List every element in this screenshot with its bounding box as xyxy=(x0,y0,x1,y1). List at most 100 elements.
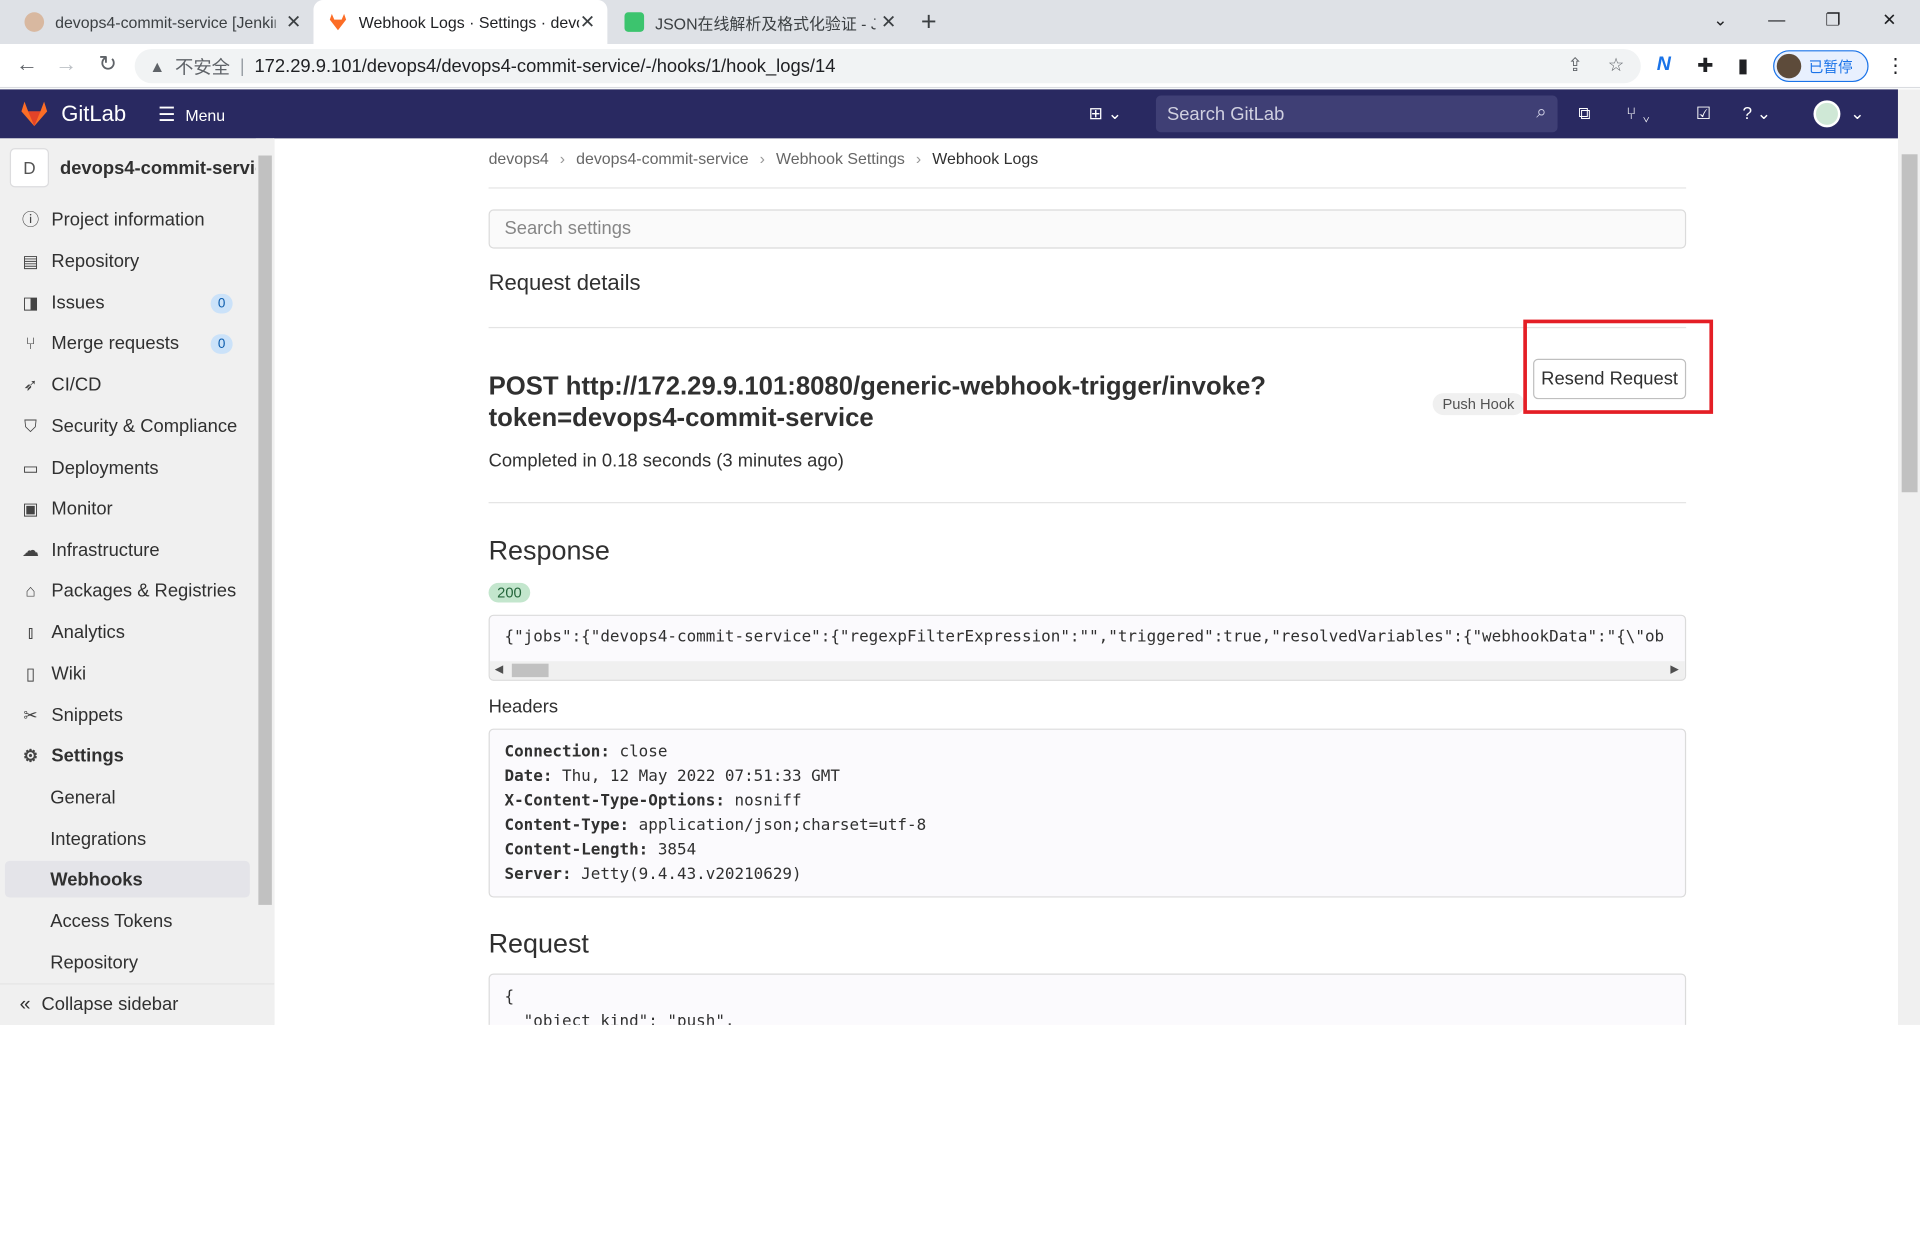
close-tab-icon[interactable]: ✕ xyxy=(881,11,896,33)
restore-icon[interactable]: ❐ xyxy=(1805,0,1861,39)
response-body-box[interactable]: {"jobs":{"devops4-commit-service":{"rege… xyxy=(488,614,1687,681)
sidebar-item-infrastructure[interactable]: ☁ Infrastructure xyxy=(5,531,250,568)
request-body-line: { xyxy=(504,988,515,1007)
browser-tab-json[interactable]: JSON在线解析及格式化验证 - JSON ✕ xyxy=(610,0,909,44)
json-favicon-icon xyxy=(624,12,645,32)
scroll-left-icon[interactable]: ◀ xyxy=(495,662,503,675)
browser-tab-jenkins[interactable]: devops4-commit-service [Jenkins] ✕ xyxy=(10,0,314,44)
url-text[interactable]: 172.29.9.101/devops4/devops4-commit-serv… xyxy=(254,56,835,77)
sidebar-item-label: CI/CD xyxy=(51,374,102,395)
security-label[interactable]: 不安全 xyxy=(175,53,230,79)
breadcrumb-project[interactable]: devops4-commit-service xyxy=(576,149,749,167)
avatar-chevron-icon[interactable]: ⌄ xyxy=(1850,103,1864,124)
window-close-icon[interactable]: ✕ xyxy=(1861,0,1917,39)
reload-icon[interactable]: ↻ xyxy=(93,51,122,77)
avatar xyxy=(1776,53,1802,79)
sidebar-item-ci-cd[interactable]: ➶ CI/CD xyxy=(5,366,250,403)
gitlab-logo-icon[interactable] xyxy=(20,100,49,127)
merge-requests-count-badge: 0 xyxy=(210,334,233,354)
forward-icon[interactable]: → xyxy=(51,51,80,77)
sidebar-item-label: Issues xyxy=(51,292,105,313)
sidebar-subitem-access-tokens[interactable]: Access Tokens xyxy=(5,902,250,939)
collapse-sidebar-button[interactable]: « Collapse sidebar xyxy=(0,983,275,1025)
close-tab-icon[interactable]: ✕ xyxy=(580,11,595,33)
sidebar-subitem-webhooks[interactable]: Webhooks xyxy=(4,860,250,898)
issues-nav-icon[interactable]: ⧉ xyxy=(1578,103,1590,124)
new-tab-icon[interactable]: + xyxy=(921,6,937,38)
page-scrollbar-thumb[interactable] xyxy=(1901,154,1918,493)
sidebar-item-monitor[interactable]: ▣ Monitor xyxy=(5,490,250,527)
sidebar-item-deployments[interactable]: ▭ Deployments xyxy=(5,449,250,486)
doc-icon: ▤ xyxy=(22,250,39,271)
gitlab-brand[interactable]: GitLab xyxy=(61,102,126,128)
horizontal-scrollbar[interactable]: ◀ ▶ xyxy=(489,661,1685,680)
sidebar-item-label: Deployments xyxy=(51,457,159,479)
gitlab-favicon-icon xyxy=(329,13,347,31)
sidebar-item-analytics[interactable]: ⫾ Analytics xyxy=(5,613,250,650)
profile-label: 已暂停 xyxy=(1808,58,1853,76)
request-body-line: "object_kind": "push", xyxy=(504,1012,735,1025)
breadcrumb-group[interactable]: devops4 xyxy=(489,149,549,167)
tab-search-chevron-icon[interactable]: ⌄ xyxy=(1692,0,1748,39)
search-icon: ⌕ xyxy=(1536,101,1547,123)
sidebar-subitem-integrations[interactable]: Integrations xyxy=(5,820,250,857)
sidebar-item-label: Access Tokens xyxy=(50,910,173,932)
sidebar-subitem-repository[interactable]: Repository xyxy=(5,944,250,981)
minimize-icon[interactable]: — xyxy=(1749,0,1805,39)
sidebar-item-label: Security & Compliance xyxy=(51,415,238,437)
sidebar-item-issues[interactable]: ◨ Issues 0 xyxy=(5,284,250,321)
breadcrumb-webhook-logs[interactable]: Webhook Logs xyxy=(932,149,1038,167)
help-icon[interactable]: ? ⌄ xyxy=(1742,103,1771,124)
breadcrumb: devops4 › devops4-commit-service › Webhook… xyxy=(489,149,1039,167)
merge-requests-nav-icon[interactable]: ⑂ ⌄ xyxy=(1626,103,1651,123)
divider xyxy=(488,187,1687,189)
create-new-icon[interactable]: ⊞ ⌄ xyxy=(1089,103,1123,124)
search-settings-input[interactable]: Search settings xyxy=(488,209,1687,249)
book-icon: ▯ xyxy=(25,663,36,683)
sidebar-item-label: Repository xyxy=(51,250,140,272)
sidebar-scrollbar-thumb[interactable] xyxy=(258,155,272,905)
address-bar[interactable]: ▲ 不安全 | 172.29.9.101/devops4/devops4-com… xyxy=(134,48,1641,84)
request-heading: Request xyxy=(488,928,589,959)
share-icon[interactable]: ⇪ xyxy=(1567,54,1582,76)
browser-tab-webhook-logs[interactable]: Webhook Logs · Settings · devops4 ✕ xyxy=(313,0,608,45)
sidebar-item-security-compliance[interactable]: ⛉ Security & Compliance xyxy=(5,408,250,445)
horizontal-scrollbar-thumb[interactable] xyxy=(511,663,549,678)
sidebar-item-project-information[interactable]: ⓘ Project information xyxy=(5,201,250,238)
jenkins-favicon-icon xyxy=(24,12,45,32)
main-content: devops4 › devops4-commit-service › Webhook… xyxy=(276,138,1898,1025)
collapse-sidebar-label: Collapse sidebar xyxy=(41,994,179,1016)
sidebar-item-repository[interactable]: ▤ Repository xyxy=(5,242,250,279)
tab-title: Webhook Logs · Settings · devops4 xyxy=(358,12,579,32)
sidebar-item-merge-requests[interactable]: ⑂ Merge requests 0 xyxy=(5,324,250,361)
sidebar-item-snippets[interactable]: ✂ Snippets xyxy=(5,697,250,734)
headers-label: Headers xyxy=(488,696,559,718)
header-row: Content-Type: application/json;charset=u… xyxy=(504,816,927,836)
bookmark-star-icon[interactable]: ☆ xyxy=(1608,54,1624,76)
menu-button[interactable]: ☰ Menu xyxy=(158,103,225,127)
sidebar-item-label: Repository xyxy=(50,952,139,973)
extensions-puzzle-icon[interactable]: ✚ xyxy=(1697,54,1713,78)
sidebar-item-wiki[interactable]: ▯ Wiki xyxy=(5,655,250,692)
scroll-right-icon[interactable]: ▶ xyxy=(1670,662,1678,675)
request-method-url: POST http://172.29.9.101:8080/generic-we… xyxy=(488,372,1266,433)
sidebar-item-packages-registries[interactable]: ⌂ Packages & Registries xyxy=(5,572,250,609)
breadcrumb-webhook-settings[interactable]: Webhook Settings xyxy=(776,149,905,167)
project-context[interactable]: D devops4-commit-service xyxy=(9,148,256,188)
sidebar-subitem-general[interactable]: General xyxy=(5,779,250,816)
user-avatar[interactable] xyxy=(1813,100,1841,128)
todo-icon[interactable]: ☑ xyxy=(1696,103,1711,124)
close-tab-icon[interactable]: ✕ xyxy=(286,11,301,33)
profile-button[interactable]: 已暂停 xyxy=(1773,50,1869,83)
back-icon[interactable]: ← xyxy=(12,51,41,77)
issues-icon: ◨ xyxy=(22,292,39,312)
divider xyxy=(488,502,1687,504)
browser-menu-icon[interactable]: ⋮ xyxy=(1886,54,1906,78)
sidebar-item-settings[interactable]: ⚙ Settings xyxy=(5,737,250,774)
menu-label: Menu xyxy=(185,105,226,125)
header-row: Content-Length: 3854 xyxy=(504,841,697,860)
sidebar-item-label: Analytics xyxy=(51,621,125,643)
side-panel-icon[interactable]: ▮ xyxy=(1738,54,1749,78)
gitlab-search-input[interactable]: Search GitLab ⌕ xyxy=(1155,95,1558,133)
extension-n-icon[interactable]: N xyxy=(1657,54,1671,76)
